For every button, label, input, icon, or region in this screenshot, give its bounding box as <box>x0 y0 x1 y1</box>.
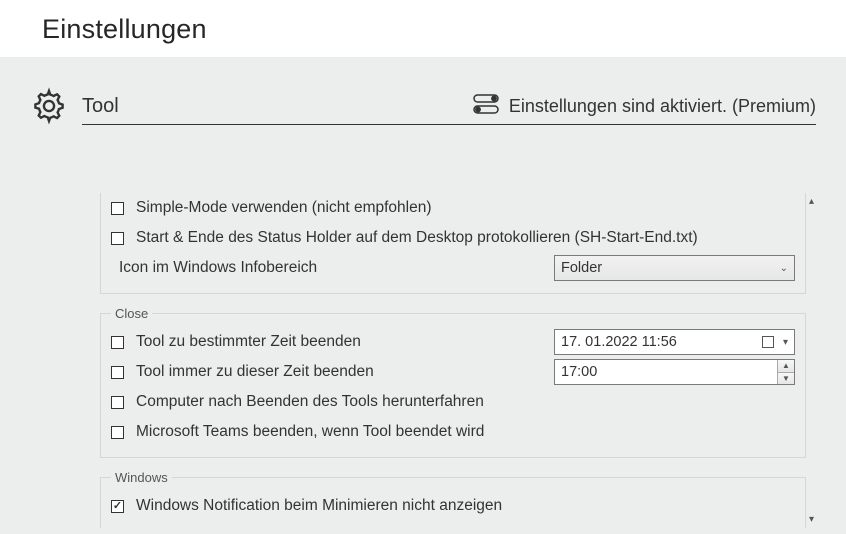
checkbox-close-at-time[interactable] <box>111 336 124 349</box>
label-close-teams: Microsoft Teams beenden, wenn Tool beend… <box>136 423 795 441</box>
datetime-close-at[interactable]: 17. 01.2022 11:56 ▾ <box>554 329 795 355</box>
header-section-title: Tool <box>82 95 119 118</box>
label-shutdown-after: Computer nach Beenden des Tools herunter… <box>136 393 795 411</box>
checkbox-always-close-at[interactable] <box>111 366 124 379</box>
label-no-minimize-notify: Windows Notification beim Minimieren nic… <box>136 497 795 515</box>
group-top: Simple-Mode verwenden (nicht empfohlen) … <box>100 193 806 294</box>
spinner-down-icon[interactable]: ▼ <box>778 373 794 385</box>
gear-icon <box>30 87 68 130</box>
legend-close: Close <box>111 306 152 321</box>
datetime-close-at-value: 17. 01.2022 11:56 <box>561 334 677 350</box>
chevron-down-icon: ▾ <box>783 337 788 348</box>
label-laptop-not-charging: Hinweis anzeigen, wenn Laptop nicht gela… <box>136 527 795 528</box>
toggle-icon <box>473 93 499 120</box>
time-always-close-at-value: 17:00 <box>561 364 597 380</box>
checkbox-shutdown-after[interactable] <box>111 396 124 409</box>
label-start-end-log: Start & Ende des Status Holder auf dem D… <box>136 229 795 247</box>
label-always-close-at: Tool immer zu dieser Zeit beenden <box>136 363 548 381</box>
spinner-up-icon[interactable]: ▲ <box>778 360 794 373</box>
select-tray-icon-value: Folder <box>561 260 602 276</box>
group-close: Close Tool zu bestimmter Zeit beenden 17… <box>100 306 806 458</box>
label-tray-icon: Icon im Windows Infobereich <box>119 259 548 277</box>
group-windows: Windows Windows Notification beim Minimi… <box>100 470 806 528</box>
time-always-close-at[interactable]: 17:00 ▲ ▼ <box>554 359 795 385</box>
checkbox-close-teams[interactable] <box>111 426 124 439</box>
checkbox-simple-mode[interactable] <box>111 202 124 215</box>
chevron-down-icon: ⌄ <box>780 263 788 274</box>
checkbox-no-minimize-notify[interactable] <box>111 500 124 513</box>
checkbox-start-end-log[interactable] <box>111 232 124 245</box>
settings-scroll-area[interactable]: Simple-Mode verwenden (nicht empfohlen) … <box>88 193 820 528</box>
header-status: Einstellungen sind aktiviert. (Premium) <box>509 96 816 117</box>
select-tray-icon[interactable]: Folder ⌄ <box>554 255 795 281</box>
page-title: Einstellungen <box>0 0 846 57</box>
legend-windows: Windows <box>111 470 172 485</box>
label-close-at-time: Tool zu bestimmter Zeit beenden <box>136 333 548 351</box>
calendar-icon <box>762 336 774 348</box>
label-simple-mode: Simple-Mode verwenden (nicht empfohlen) <box>136 199 795 217</box>
